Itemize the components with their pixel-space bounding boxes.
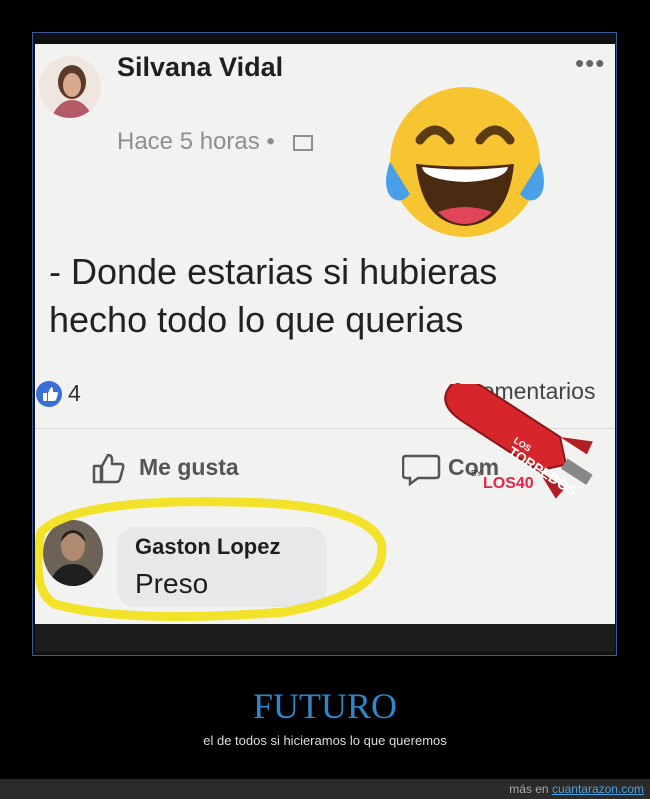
footer-text: más en cuantarazon.com: [509, 782, 644, 796]
post-text-line: - Donde estarias si hubieras: [49, 251, 498, 292]
sticker-by: BY: [471, 469, 482, 478]
post-text: - Donde estarias si hubieras hecho todo …: [49, 248, 589, 344]
thumbs-up-icon[interactable]: [90, 450, 130, 486]
caption-title[interactable]: FUTURO: [0, 685, 650, 727]
like-button[interactable]: Me gusta: [139, 454, 239, 481]
post-text-line: hecho todo lo que querias: [49, 299, 464, 340]
friends-privacy-icon: [293, 135, 313, 151]
author-avatar-image: [39, 56, 101, 118]
author-avatar[interactable]: [39, 56, 101, 118]
yellow-highlight-circle: [35, 497, 387, 621]
facebook-post-screenshot: Silvana Vidal ••• Hace 5 horas • - Donde…: [35, 44, 615, 624]
like-count[interactable]: 4: [68, 380, 81, 407]
site-footer: más en cuantarazon.com: [0, 779, 650, 799]
site-link[interactable]: cuantarazon.com: [552, 782, 644, 796]
los40-logo: LOS40: [483, 475, 534, 492]
like-reaction-icon[interactable]: [35, 380, 63, 408]
post-author-name[interactable]: Silvana Vidal: [117, 52, 283, 83]
los-torpedos-sticker: LOS TORPEDOS BY LOS40: [444, 384, 593, 499]
footer-prefix: más en: [509, 782, 549, 796]
more-options-icon[interactable]: •••: [575, 48, 605, 79]
caption-subtitle: el de todos si hicieramos lo que queremo…: [203, 733, 447, 748]
screenshot-bottom-strip: [35, 624, 615, 652]
laughing-with-tears-emoji-icon: [386, 87, 544, 237]
post-timestamp[interactable]: Hace 5 horas •: [117, 128, 275, 156]
